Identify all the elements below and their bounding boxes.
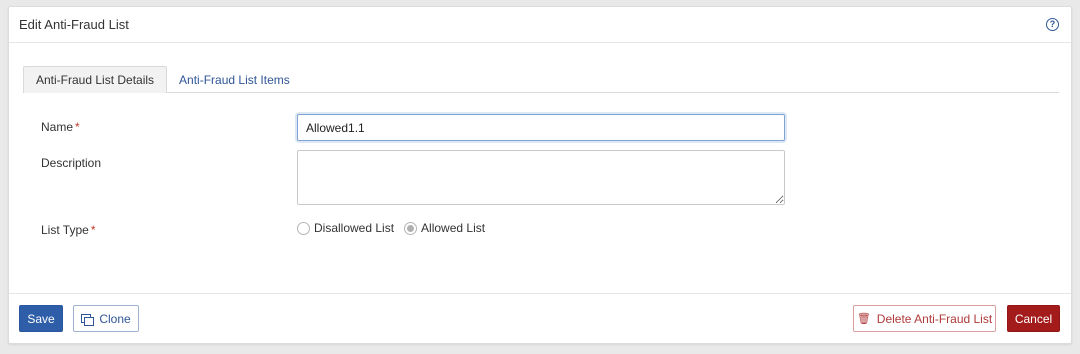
description-row: Description	[41, 150, 785, 205]
list-type-row: List Type * Disallowed List Allowed List	[41, 217, 485, 237]
panel-header: Edit Anti-Fraud List ?	[9, 7, 1071, 43]
radio-disallowed-list[interactable]: Disallowed List	[297, 221, 394, 235]
tab-list-items[interactable]: Anti-Fraud List Items	[167, 66, 302, 93]
radio-label-disallowed: Disallowed List	[314, 221, 395, 235]
name-label-text: Name	[41, 120, 74, 134]
required-mark: *	[90, 223, 96, 237]
delete-button-label: Delete Anti-Fraud List	[876, 311, 993, 326]
radio-label-allowed: Allowed List	[421, 221, 486, 235]
trash-icon: 🗑	[856, 313, 871, 325]
list-type-radio-group: Disallowed List Allowed List	[297, 217, 485, 235]
name-label: Name *	[41, 114, 297, 134]
description-textarea[interactable]	[297, 150, 785, 205]
clone-button-label: Clone	[99, 311, 131, 326]
list-type-label-text: List Type	[41, 223, 89, 237]
page-title: Edit Anti-Fraud List	[19, 17, 129, 32]
footer-bar: Save Clone 🗑 Delete Anti-Fraud List Canc…	[9, 293, 1071, 343]
radio-button-disallowed[interactable]	[297, 221, 310, 235]
edit-panel: Edit Anti-Fraud List ? Anti-Fraud List D…	[8, 6, 1072, 344]
description-label: Description	[41, 156, 102, 170]
name-input[interactable]	[297, 114, 785, 141]
cancel-button[interactable]: Cancel	[1007, 305, 1060, 332]
name-row: Name *	[41, 114, 785, 141]
help-icon[interactable]: ?	[1046, 18, 1059, 31]
tab-list-details[interactable]: Anti-Fraud List Details	[23, 66, 168, 93]
radio-button-allowed[interactable]	[404, 221, 418, 235]
delete-button[interactable]: 🗑 Delete Anti-Fraud List	[853, 305, 996, 332]
save-button[interactable]: Save	[19, 305, 63, 332]
clone-icon	[81, 313, 95, 326]
required-mark: *	[75, 120, 80, 134]
tab-bar: Anti-Fraud List Details Anti-Fraud List …	[23, 66, 1059, 93]
clone-button[interactable]: Clone	[73, 305, 139, 332]
radio-allowed-list[interactable]: Allowed List	[404, 221, 485, 235]
list-type-label: List Type *	[41, 217, 297, 237]
